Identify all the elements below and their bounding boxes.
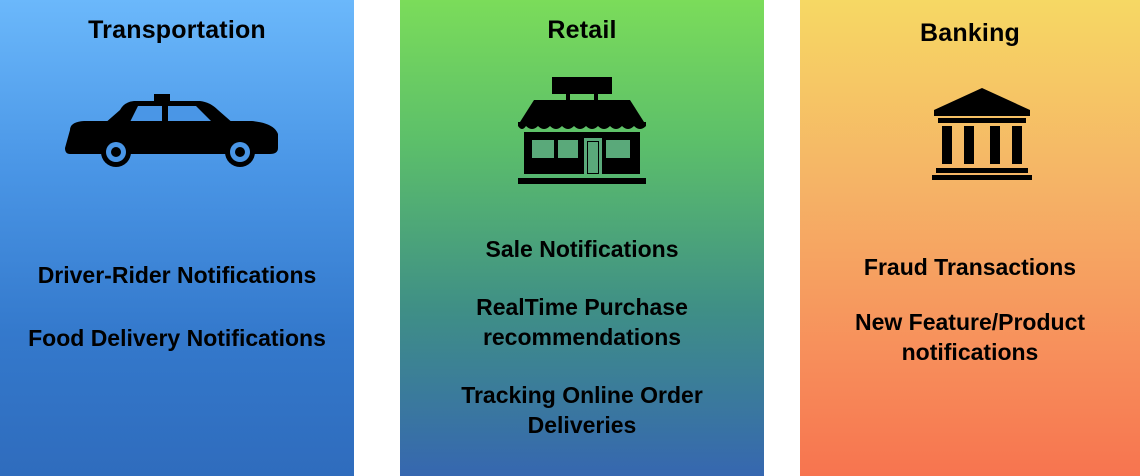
panel-items-banking: Fraud Transactions New Feature/Product n… bbox=[800, 252, 1140, 367]
bank-building-icon bbox=[932, 88, 1032, 180]
item-fraud-transactions: Fraud Transactions bbox=[863, 254, 1077, 280]
panel-title-transportation: Transportation bbox=[88, 16, 266, 44]
item-food-delivery-notifications: Food Delivery Notifications bbox=[28, 325, 326, 351]
panel-items-transportation: Driver-Rider Notifications Food Delivery… bbox=[0, 260, 354, 353]
item-sale-notifications: Sale Notifications bbox=[485, 236, 679, 262]
storefront-icon bbox=[518, 77, 646, 184]
panel-banking: Banking Fraud Transactions New Feature/P… bbox=[800, 0, 1140, 476]
item-tracking-online-order-deliveries: Tracking Online Order Deliveries bbox=[461, 382, 703, 438]
item-driver-rider-notifications: Driver-Rider Notifications bbox=[37, 262, 317, 288]
panel-title-banking: Banking bbox=[919, 19, 1021, 47]
item-new-feature-product-notifications: New Feature/Product notifications bbox=[854, 309, 1086, 365]
item-realtime-purchase-recommendations: RealTime Purchase recommendations bbox=[476, 294, 688, 350]
panel-title-retail: Retail bbox=[547, 16, 617, 44]
panel-transportation: Transportation Driver-Rider Notification… bbox=[0, 0, 354, 476]
taxi-car-icon bbox=[65, 94, 278, 167]
panel-retail: Retail Sale Notifications RealTime Purch… bbox=[400, 0, 764, 476]
panel-items-retail: Sale Notifications RealTime Purchase rec… bbox=[400, 234, 764, 440]
